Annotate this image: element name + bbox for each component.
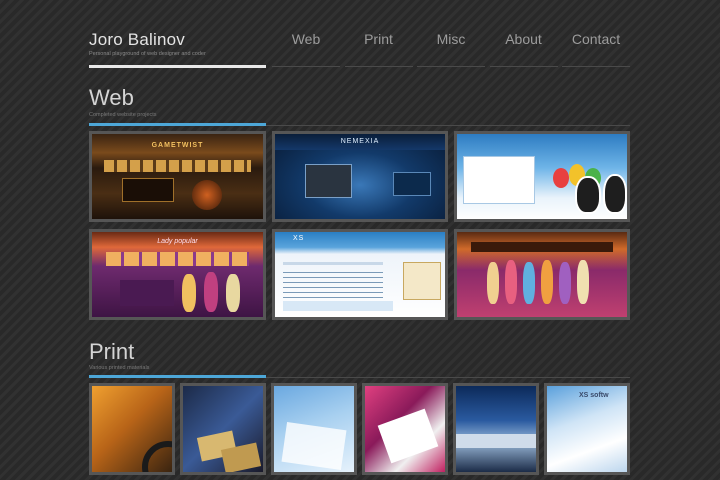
site-name: Joro Balinov <box>89 30 185 49</box>
screenshot-image <box>457 134 627 219</box>
site-tagline: Personal playground of web designer and … <box>89 51 206 57</box>
web-thumb-penguins[interactable] <box>454 131 630 222</box>
print-thumb-3[interactable] <box>271 383 357 475</box>
thumb-label: XS softw <box>579 392 609 399</box>
print-section-title: Print <box>89 339 135 364</box>
print-section-accent-rule <box>89 375 266 378</box>
print-section-subtitle: Various printed materials <box>89 365 150 371</box>
print-image <box>274 386 354 472</box>
web-thumb-nemexia[interactable]: NEMEXIA <box>272 131 448 222</box>
screenshot-image <box>275 134 445 219</box>
thumb-label: GAMETWIST <box>151 142 204 149</box>
nav-item-contact[interactable]: Contact <box>562 30 630 67</box>
print-thumb-xs-software[interactable]: XS softw <box>544 383 630 475</box>
logo-underline <box>89 65 266 68</box>
print-image <box>92 386 172 472</box>
web-thumb-dolls[interactable] <box>454 229 630 320</box>
nav-item-about[interactable]: About <box>489 30 558 67</box>
thumb-label: NEMEXIA <box>340 138 380 145</box>
print-image <box>183 386 263 472</box>
print-thumb-5[interactable] <box>453 383 539 475</box>
web-thumb-gametwist[interactable]: GAMETWIST <box>89 131 266 222</box>
print-thumb-1[interactable] <box>89 383 175 475</box>
thumb-label: Lady popular <box>157 238 198 245</box>
web-thumb-xs-software[interactable]: XS <box>272 229 448 320</box>
web-thumb-lady-popular[interactable]: Lady popular <box>89 229 266 320</box>
web-section-subtitle: Completed website projects <box>89 112 157 118</box>
screenshot-image <box>275 232 445 317</box>
thumb-label: XS <box>293 235 305 242</box>
web-section-divider <box>266 125 630 126</box>
nav-item-print[interactable]: Print <box>344 30 413 67</box>
nav-item-misc[interactable]: Misc <box>417 30 485 67</box>
main-nav: Web Print Misc About Contact <box>272 30 630 67</box>
site-logo[interactable]: Joro Balinov Personal playground of web … <box>89 30 266 57</box>
nav-item-web[interactable]: Web <box>272 30 340 67</box>
print-section-divider <box>266 377 630 378</box>
print-image <box>365 386 445 472</box>
screenshot-image <box>457 232 627 317</box>
web-section-title: Web <box>89 85 134 110</box>
print-thumb-4[interactable] <box>362 383 448 475</box>
print-image <box>456 386 536 472</box>
web-section-accent-rule <box>89 123 266 126</box>
print-thumb-2[interactable] <box>180 383 266 475</box>
